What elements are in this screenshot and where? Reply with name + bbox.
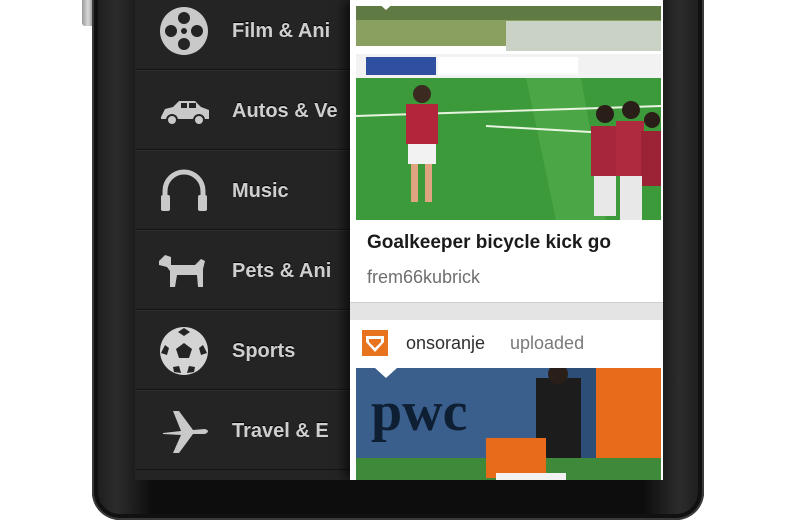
video-feed: Goalkeeper bicycle kick go frem66kubrick… — [350, 0, 663, 480]
video-title[interactable]: Goalkeeper bicycle kick go — [367, 232, 663, 254]
thumbnail-notch — [375, 0, 397, 10]
menu-item-film[interactable]: Film & Ani — [135, 0, 350, 70]
video-thumbnail[interactable]: pwc — [356, 368, 661, 480]
soccer-ball-icon — [160, 327, 208, 375]
video-username[interactable]: frem66kubrick — [367, 267, 480, 288]
video-thumbnail[interactable] — [356, 6, 661, 220]
menu-item-travel[interactable]: Travel & E — [135, 390, 350, 470]
menu-label-travel: Travel & E — [232, 420, 329, 442]
airplane-icon — [163, 411, 208, 453]
dog-icon — [159, 255, 205, 287]
video-card[interactable]: Goalkeeper bicycle kick go frem66kubrick — [350, 0, 663, 303]
menu-item-autos[interactable]: Autos & Ve — [135, 70, 350, 150]
category-menu: Film & Ani Autos & Ve Music Pets & Ani S… — [135, 0, 350, 480]
uploader-logo-icon — [362, 330, 388, 356]
menu-label-pets: Pets & Ani — [232, 260, 332, 282]
menu-item-music[interactable]: Music — [135, 150, 350, 230]
upload-header: onsoranje uploaded — [350, 320, 663, 368]
menu-label-sports: Sports — [232, 340, 296, 362]
menu-item-pets[interactable]: Pets & Ani — [135, 230, 350, 310]
banner-text: pwc — [371, 381, 467, 443]
headphones-icon — [161, 169, 207, 211]
phone-screen: Film & Ani Autos & Ve Music Pets & Ani S… — [135, 0, 663, 480]
film-reel-icon — [160, 7, 208, 55]
menu-label-film: Film & Ani — [232, 20, 331, 42]
upload-card[interactable]: onsoranje uploaded pwc — [350, 320, 663, 480]
menu-label-music: Music — [232, 180, 289, 202]
menu-label-autos: Autos & Ve — [232, 100, 338, 122]
car-icon — [161, 101, 209, 126]
thumbnail-notch — [375, 368, 397, 378]
uploader-name[interactable]: onsoranje — [406, 333, 485, 354]
upload-action-text: uploaded — [510, 333, 585, 353]
menu-item-sports[interactable]: Sports — [135, 310, 350, 390]
